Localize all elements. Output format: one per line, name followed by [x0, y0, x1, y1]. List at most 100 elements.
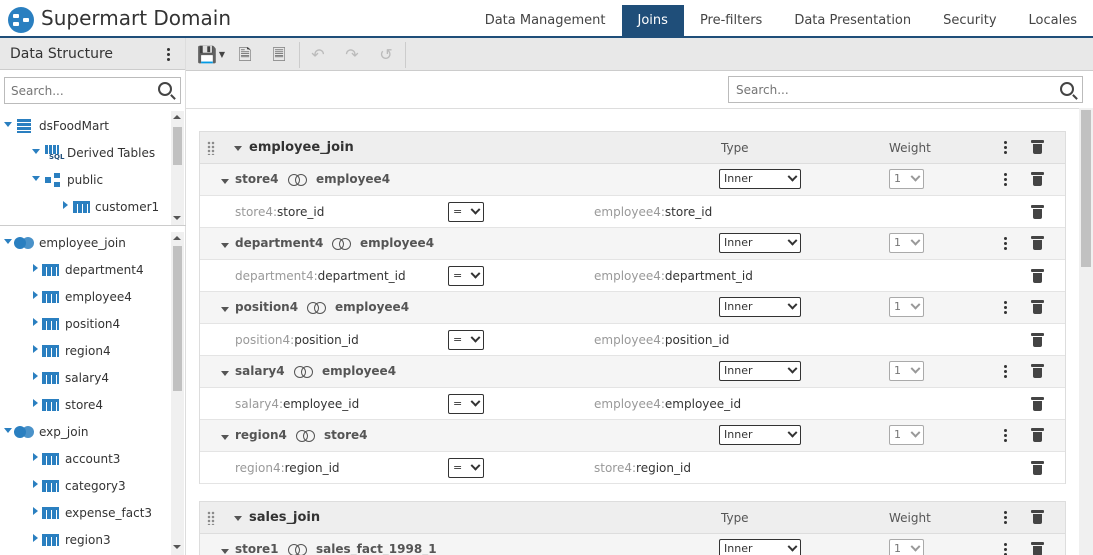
join-type-select[interactable]: Inner [719, 233, 801, 253]
join-node[interactable]: exp_join [0, 423, 170, 441]
redo-icon[interactable]: ↷ [341, 44, 363, 66]
tab-data-management[interactable]: Data Management [469, 5, 622, 36]
undo-icon[interactable]: ↶ [307, 44, 329, 66]
collapse-caret-icon[interactable] [33, 291, 38, 299]
tab-data-presentation[interactable]: Data Presentation [778, 5, 927, 36]
join-menu-icon[interactable] [1004, 511, 1008, 525]
drag-handle-icon[interactable] [207, 511, 215, 525]
expand-caret-icon[interactable] [4, 239, 12, 244]
join-type-select[interactable]: Inner [719, 539, 801, 555]
table-node[interactable]: category3 [0, 477, 170, 495]
collapse-caret-icon[interactable] [33, 345, 38, 353]
relation-menu-icon[interactable] [1004, 543, 1008, 555]
expand-caret-icon[interactable] [32, 149, 40, 154]
delete-condition-icon[interactable] [1031, 269, 1044, 283]
table-node[interactable]: account3 [0, 450, 170, 468]
collapse-caret-icon[interactable] [234, 516, 242, 521]
collapse-caret-icon[interactable] [33, 399, 38, 407]
relation-menu-icon[interactable] [1004, 301, 1008, 315]
delete-condition-icon[interactable] [1031, 333, 1044, 347]
collapse-caret-icon[interactable] [33, 372, 38, 380]
tab-joins[interactable]: Joins [621, 5, 684, 36]
import-icon[interactable]: 🗏 [268, 44, 290, 66]
delete-relation-icon[interactable] [1031, 172, 1044, 186]
join-type-select[interactable]: Inner [719, 297, 801, 317]
joins-tree-scrollbar[interactable] [171, 232, 184, 555]
collapse-caret-icon[interactable] [221, 243, 229, 248]
collapse-caret-icon[interactable] [33, 318, 38, 326]
save-dropdown-icon[interactable]: ▼ [218, 44, 226, 66]
join-type-select[interactable]: Inner [719, 425, 801, 445]
collapse-caret-icon[interactable] [33, 264, 38, 272]
table-node[interactable]: salary4 [0, 369, 170, 387]
relation-menu-icon[interactable] [1004, 365, 1008, 379]
table-node[interactable]: department4 [0, 261, 170, 279]
delete-relation-icon[interactable] [1031, 300, 1044, 314]
table-node[interactable]: region3 [0, 531, 170, 549]
delete-condition-icon[interactable] [1031, 205, 1044, 219]
search-icon[interactable] [158, 82, 172, 96]
join-menu-icon[interactable] [1004, 141, 1008, 155]
drag-handle-icon[interactable] [207, 141, 215, 155]
collapse-caret-icon[interactable] [33, 507, 38, 515]
join-weight-select[interactable]: 1 [889, 297, 924, 317]
tree-search-input[interactable] [5, 78, 145, 103]
collapse-caret-icon[interactable] [63, 201, 68, 209]
export-icon[interactable]: 🗎 [234, 44, 256, 66]
table-node[interactable]: expense_fact3 [0, 504, 170, 522]
join-weight-select[interactable]: 1 [889, 169, 924, 189]
relation-menu-icon[interactable] [1004, 429, 1008, 443]
expand-caret-icon[interactable] [32, 176, 40, 181]
collapse-caret-icon[interactable] [221, 549, 229, 554]
tree-node[interactable]: dsFoodMart [0, 117, 170, 135]
table-node[interactable]: store4 [0, 396, 170, 414]
undo-all-icon[interactable]: ↺ [375, 44, 397, 66]
operator-select[interactable]: = [448, 202, 484, 222]
join-weight-select[interactable]: 1 [889, 425, 924, 445]
relation-menu-icon[interactable] [1004, 237, 1008, 251]
delete-relation-icon[interactable] [1031, 542, 1044, 555]
save-icon[interactable]: 💾 [196, 44, 218, 66]
collapse-caret-icon[interactable] [221, 307, 229, 312]
search-icon[interactable] [1060, 82, 1074, 96]
delete-relation-icon[interactable] [1031, 364, 1044, 378]
data-structure-menu-icon[interactable] [167, 48, 171, 62]
collapse-caret-icon[interactable] [33, 453, 38, 461]
collapse-caret-icon[interactable] [33, 534, 38, 542]
tree-node[interactable]: SQL Derived Tables [0, 144, 170, 162]
collapse-caret-icon[interactable] [221, 371, 229, 376]
delete-join-icon[interactable] [1031, 140, 1044, 154]
collapse-caret-icon[interactable] [234, 146, 242, 151]
table-node[interactable]: region4 [0, 342, 170, 360]
delete-relation-icon[interactable] [1031, 236, 1044, 250]
join-weight-select[interactable]: 1 [889, 539, 924, 555]
tab-security[interactable]: Security [927, 5, 1012, 36]
tree-node[interactable]: customer1 [0, 198, 170, 216]
table-node[interactable]: employee4 [0, 288, 170, 306]
delete-relation-icon[interactable] [1031, 428, 1044, 442]
joins-search-input[interactable] [729, 77, 1039, 102]
join-type-select[interactable]: Inner [719, 361, 801, 381]
join-weight-select[interactable]: 1 [889, 233, 924, 253]
collapse-caret-icon[interactable] [33, 480, 38, 488]
tree-node[interactable]: public [0, 171, 170, 189]
table-node[interactable]: position4 [0, 315, 170, 333]
operator-select[interactable]: = [448, 458, 484, 478]
join-node[interactable]: employee_join [0, 234, 170, 252]
operator-select[interactable]: = [448, 394, 484, 414]
operator-select[interactable]: = [448, 330, 484, 350]
tab-locales[interactable]: Locales [1013, 5, 1093, 36]
relation-menu-icon[interactable] [1004, 173, 1008, 187]
expand-caret-icon[interactable] [4, 122, 12, 127]
expand-caret-icon[interactable] [4, 428, 12, 433]
collapse-caret-icon[interactable] [221, 435, 229, 440]
delete-condition-icon[interactable] [1031, 397, 1044, 411]
tree-scrollbar[interactable] [171, 111, 184, 225]
join-type-select[interactable]: Inner [719, 169, 801, 189]
joins-scrollbar[interactable] [1079, 108, 1093, 555]
delete-join-icon[interactable] [1031, 510, 1044, 524]
delete-condition-icon[interactable] [1031, 461, 1044, 475]
tab-pre-filters[interactable]: Pre-filters [684, 5, 778, 36]
operator-select[interactable]: = [448, 266, 484, 286]
collapse-caret-icon[interactable] [221, 179, 229, 184]
